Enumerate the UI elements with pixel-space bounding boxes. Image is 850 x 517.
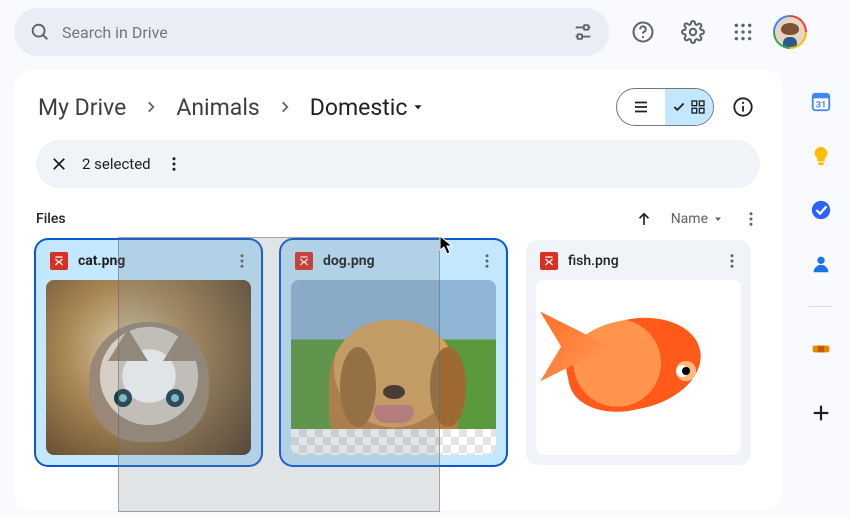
file-card[interactable]: dog.png bbox=[281, 240, 506, 465]
file-name-label: dog.png bbox=[323, 253, 468, 269]
file-card-header: dog.png bbox=[281, 240, 506, 280]
account-avatar[interactable] bbox=[773, 15, 807, 49]
list-view-button[interactable] bbox=[617, 89, 665, 125]
file-card[interactable]: cat.png bbox=[36, 240, 261, 465]
selection-bar: 2 selected bbox=[36, 140, 760, 188]
file-grid: cat.png dog.png fish.png bbox=[36, 240, 760, 465]
calendar-app-icon[interactable]: 31 bbox=[809, 90, 833, 114]
help-icon[interactable] bbox=[623, 12, 663, 52]
sort-field-button[interactable]: Name bbox=[671, 211, 724, 227]
files-header: Files Name bbox=[36, 210, 760, 228]
file-thumbnail[interactable] bbox=[536, 280, 741, 455]
top-bar bbox=[0, 0, 850, 64]
breadcrumb-row: My Drive Animals Domestic bbox=[36, 88, 760, 126]
file-card-header: fish.png bbox=[526, 240, 751, 280]
main-panel: My Drive Animals Domestic bbox=[14, 70, 782, 510]
side-panel-separator bbox=[809, 306, 833, 307]
file-more-button[interactable] bbox=[723, 252, 741, 270]
add-app-button[interactable] bbox=[809, 401, 833, 425]
info-icon[interactable] bbox=[726, 90, 760, 124]
file-more-button[interactable] bbox=[478, 252, 496, 270]
selection-more-button[interactable] bbox=[165, 155, 183, 173]
image-file-icon bbox=[295, 252, 313, 270]
breadcrumb-mid[interactable]: Animals bbox=[174, 92, 261, 123]
search-options-icon[interactable] bbox=[571, 20, 595, 44]
file-name-label: cat.png bbox=[78, 253, 223, 269]
caret-down-icon bbox=[411, 100, 425, 114]
sort-field-label: Name bbox=[671, 211, 708, 227]
keep-app-icon[interactable] bbox=[809, 144, 833, 168]
file-thumbnail[interactable] bbox=[46, 280, 251, 455]
breadcrumb-root[interactable]: My Drive bbox=[36, 92, 128, 123]
file-card-header: cat.png bbox=[36, 240, 261, 280]
view-toggle bbox=[616, 88, 714, 126]
settings-gear-icon[interactable] bbox=[673, 12, 713, 52]
grid-icon bbox=[690, 99, 706, 115]
image-file-icon bbox=[540, 252, 558, 270]
topbar-actions bbox=[623, 12, 807, 52]
image-file-icon bbox=[50, 252, 68, 270]
files-section-label: Files bbox=[36, 211, 66, 227]
check-icon bbox=[672, 100, 686, 114]
sort-controls: Name bbox=[635, 210, 760, 228]
grid-view-button[interactable] bbox=[665, 89, 713, 125]
view-options-button[interactable] bbox=[742, 210, 760, 228]
file-thumbnail[interactable] bbox=[291, 280, 496, 455]
chevron-right-icon bbox=[278, 100, 292, 114]
search-icon[interactable] bbox=[28, 20, 52, 44]
addons-app-icon[interactable] bbox=[809, 337, 833, 361]
file-name-label: fish.png bbox=[568, 253, 713, 269]
breadcrumb-current[interactable]: Domestic bbox=[308, 92, 428, 123]
view-toggle-wrap bbox=[616, 88, 760, 126]
caret-down-icon bbox=[712, 213, 724, 225]
selection-count-label: 2 selected bbox=[82, 155, 151, 173]
breadcrumb-current-label: Domestic bbox=[310, 94, 408, 121]
side-panel: 31 bbox=[792, 86, 850, 425]
file-card[interactable]: fish.png bbox=[526, 240, 751, 465]
file-more-button[interactable] bbox=[233, 252, 251, 270]
tasks-app-icon[interactable] bbox=[809, 198, 833, 222]
search-input[interactable] bbox=[52, 23, 571, 42]
contacts-app-icon[interactable] bbox=[809, 252, 833, 276]
sort-direction-button[interactable] bbox=[635, 210, 653, 228]
clear-selection-button[interactable] bbox=[50, 155, 68, 173]
apps-grid-icon[interactable] bbox=[723, 12, 763, 52]
chevron-right-icon bbox=[144, 100, 158, 114]
breadcrumb: My Drive Animals Domestic bbox=[36, 92, 427, 123]
search-bar[interactable] bbox=[14, 8, 609, 56]
svg-text:31: 31 bbox=[816, 101, 827, 111]
